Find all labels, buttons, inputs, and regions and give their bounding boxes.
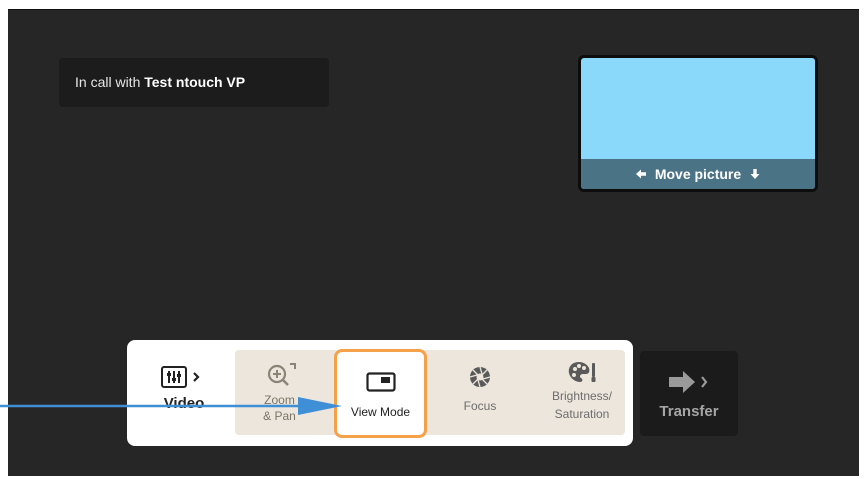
- call-status-banner: In call with Test ntouch VP: [59, 58, 329, 107]
- view-mode-icon: [365, 372, 396, 392]
- brightness-label-line2: Saturation: [554, 407, 610, 421]
- video-settings-toolbar: Video Zoom & Pan View Mode Focus Brightn…: [127, 340, 633, 446]
- focus-label: Focus: [463, 399, 497, 413]
- move-picture-bar[interactable]: Move picture: [581, 159, 815, 189]
- transfer-label: Transfer: [659, 403, 719, 420]
- move-picture-label: Move picture: [654, 166, 742, 182]
- caller-name: Test ntouch VP: [144, 74, 246, 90]
- focus-button[interactable]: Focus: [445, 366, 515, 412]
- callout-arrow: [0, 397, 342, 415]
- self-view-picture[interactable]: Move picture: [578, 55, 818, 192]
- palette-icon: [568, 362, 596, 382]
- call-status-prefix: In call with: [75, 74, 145, 90]
- zoom-in-icon: [267, 363, 296, 386]
- brightness-saturation-button[interactable]: Brightness/ Saturation: [532, 360, 632, 420]
- aperture-icon: [469, 366, 491, 388]
- arrow-down-icon: [750, 169, 760, 179]
- sliders-icon: [161, 366, 200, 388]
- view-mode-label: View Mode: [350, 405, 411, 419]
- view-mode-button[interactable]: View Mode: [334, 349, 427, 438]
- brightness-label-line1: Brightness/: [551, 389, 613, 403]
- transfer-button[interactable]: Transfer: [640, 351, 738, 436]
- transfer-arrow-icon: [669, 371, 708, 393]
- arrow-left-icon: [635, 169, 646, 179]
